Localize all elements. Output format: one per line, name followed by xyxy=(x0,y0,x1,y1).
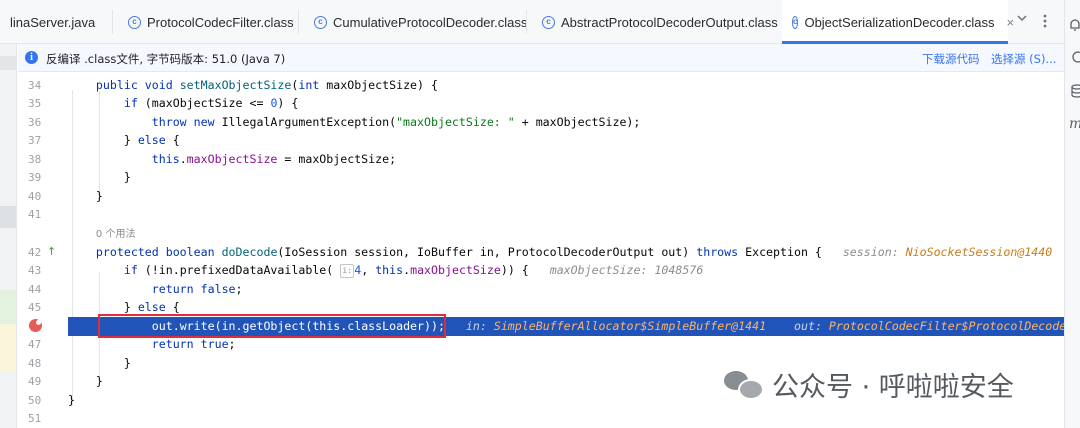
session-hint-label: session: xyxy=(842,245,899,259)
info-icon: i xyxy=(25,51,38,64)
code-line-44: return false; xyxy=(151,282,243,296)
line-number: 35 xyxy=(28,97,42,110)
usage-hint[interactable]: 0 个用法 xyxy=(96,229,136,240)
tab-label: ProtocolCodecFilter.class xyxy=(147,14,294,30)
out-hint-label: out: xyxy=(794,319,822,333)
line-number: 34 xyxy=(28,79,42,92)
line-number: 44 xyxy=(28,283,42,296)
code-line-43: if (!in.prefixedDataAvailable( i: 4, this… xyxy=(123,263,704,278)
tab-separator xyxy=(298,10,299,34)
tab-protocolcodecfilter[interactable]: c ProtocolCodecFilter.class xyxy=(128,0,294,44)
usage-hint-line: 0 个用法 xyxy=(68,224,1064,243)
session-hint-value: NioSocketSession@1440 xyxy=(905,245,1053,259)
line-number: 40 xyxy=(28,190,42,203)
right-tool-strip: m xyxy=(1064,0,1080,428)
decompiled-info-banner: i 反编译 .class文件, 字节码版本: 51.0 (Java 7) 下载源… xyxy=(18,44,1064,72)
banner-text: 反编译 .class文件, 字节码版本: 51.0 (Java 7) xyxy=(46,52,286,66)
line-number: 50 xyxy=(28,394,42,407)
class-icon: c xyxy=(542,15,555,29)
line-number: 51 xyxy=(28,412,42,425)
tab-separator xyxy=(526,10,527,34)
watermark: 公众号 · 呼啦啦安全 xyxy=(724,366,1014,403)
out-hint-value: ProtocolCodecFilter$ProtocolDecoderOut xyxy=(828,319,1064,333)
choose-source-link[interactable]: 选择源 (S)... xyxy=(991,51,1056,67)
tab-linaserver[interactable]: linaServer.java xyxy=(10,0,95,44)
line-number: 49 xyxy=(28,375,42,388)
line-number: 37 xyxy=(28,134,42,147)
tab-label: CumulativeProtocolDecoder.class xyxy=(333,14,528,30)
ai-assistant-icon[interactable] xyxy=(1069,50,1080,64)
parameter-hint-badge: i: xyxy=(340,263,355,278)
editor-tab-bar: linaServer.java c ProtocolCodecFilter.cl… xyxy=(0,0,1064,44)
watermark-text: 公众号 · 呼啦啦安全 xyxy=(772,371,1014,403)
in-hint-value: SimpleBufferAllocator$SimpleBuffer@1441 xyxy=(493,319,767,333)
code-line-37: } else { xyxy=(68,133,180,147)
line-number: 41 xyxy=(28,208,42,221)
line-number: 48 xyxy=(28,357,42,370)
code-line-38: this.maxObjectSize = maxObjectSize; xyxy=(151,152,397,166)
in-hint-label: in: xyxy=(465,319,487,333)
notifications-icon[interactable] xyxy=(1069,18,1080,32)
highlight-annotation-box xyxy=(98,314,446,338)
line-number: 45 xyxy=(28,301,42,314)
chevron-down-icon[interactable] xyxy=(1016,12,1030,26)
class-icon: c xyxy=(792,15,799,29)
tab-abstractprotocoldecoderoutput[interactable]: c AbstractProtocolDecoderOutput.class xyxy=(542,0,778,44)
tab-separator xyxy=(112,10,113,34)
maxsize-hint-label: maxObjectSize: xyxy=(549,263,648,277)
code-line-36: throw new IllegalArgumentException("maxO… xyxy=(151,115,641,129)
left-marker xyxy=(0,206,16,228)
line-number: 38 xyxy=(28,153,42,166)
line-number-gutter[interactable]: 34 35 36 37 38 39 40 41 42 43 44 45 47 4… xyxy=(18,72,68,428)
maxsize-hint-value: 1048576 xyxy=(654,263,704,277)
left-marker xyxy=(0,56,16,70)
more-vertical-icon[interactable] xyxy=(1042,12,1056,32)
line-number: 39 xyxy=(28,171,42,184)
maven-icon[interactable]: m xyxy=(1069,116,1080,130)
wechat-logo-icon xyxy=(724,369,764,400)
close-tab-icon[interactable]: × xyxy=(1007,15,1015,30)
tab-objectserializationdecoder[interactable]: c ObjectSerializationDecoder.class × xyxy=(782,0,1014,44)
line-number: 47 xyxy=(28,338,42,351)
class-icon: c xyxy=(314,15,327,29)
override-method-icon[interactable]: ↑ xyxy=(47,245,56,258)
line-number: 43 xyxy=(28,264,42,277)
left-marker xyxy=(0,290,16,324)
line-number: 36 xyxy=(28,116,42,129)
class-icon: c xyxy=(128,15,141,29)
download-source-link[interactable]: 下载源代码 xyxy=(922,51,980,67)
tab-cumulativeprotocoldecoder[interactable]: c CumulativeProtocolDecoder.class xyxy=(314,0,527,44)
tab-label: ObjectSerializationDecoder.class xyxy=(804,14,995,30)
code-line-42: protected boolean doDecode(IoSession ses… xyxy=(95,245,1053,259)
code-line-39: } xyxy=(68,170,131,184)
tab-label: linaServer.java xyxy=(10,14,96,30)
left-panel-edge xyxy=(0,44,17,428)
left-marker xyxy=(0,324,16,372)
code-line-35: if (maxObjectSize <= 0) { xyxy=(123,96,299,110)
ide-editor-window: linaServer.java c ProtocolCodecFilter.cl… xyxy=(0,0,1080,428)
code-line-40: } xyxy=(68,189,103,203)
breakpoint-icon[interactable] xyxy=(29,319,42,332)
tab-label: AbstractProtocolDecoderOutput.class xyxy=(561,14,778,30)
database-icon[interactable] xyxy=(1069,84,1080,98)
code-line-34: public void setMaxObjectSize(int maxObje… xyxy=(95,78,438,92)
